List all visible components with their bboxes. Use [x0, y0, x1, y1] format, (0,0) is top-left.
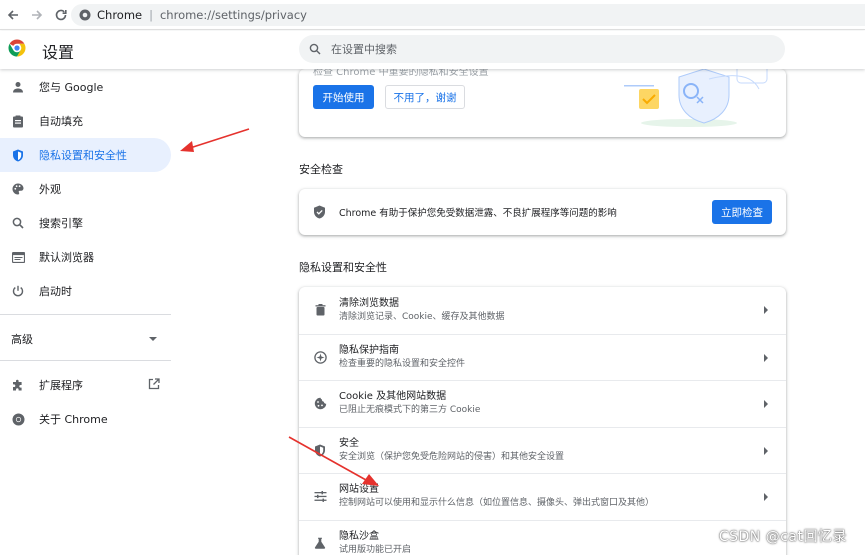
- search-icon: [309, 43, 321, 55]
- chrome-outline-icon: [11, 412, 25, 426]
- sidebar-item-label: 关于 Chrome: [39, 413, 108, 426]
- sidebar-item-advanced[interactable]: 高级: [0, 322, 171, 356]
- settings-search[interactable]: 在设置中搜索: [299, 35, 785, 63]
- sidebar-divider: [0, 360, 171, 361]
- compass-icon: [313, 350, 327, 364]
- row-cookies[interactable]: Cookie 及其他网站数据 已阻止无痕模式下的第三方 Cookie: [299, 380, 786, 427]
- browser-toolbar: Chrome | chrome://settings/privacy: [0, 0, 865, 30]
- palette-icon: [11, 182, 25, 196]
- sidebar-item-label: 您与 Google: [39, 81, 104, 94]
- safety-check-description: Chrome 有助于保护您免受数据泄露、不良扩展程序等问题的影响: [339, 208, 617, 219]
- sidebar-item-on-startup[interactable]: 启动时: [0, 274, 171, 308]
- row-title: 网站设置: [339, 484, 379, 496]
- puzzle-icon: [11, 378, 25, 392]
- sidebar-item-extensions[interactable]: 扩展程序: [0, 368, 171, 402]
- row-subtitle: 检查重要的隐私设置和安全控件: [339, 358, 466, 369]
- privacy-settings-list: 清除浏览数据 清除浏览记录、Cookie、缓存及其他数据 隐私保护指南 检查重要…: [299, 287, 786, 555]
- sidebar-item-label: 自动填充: [39, 115, 83, 128]
- privacy-guide-promo: 检查 Chrome 中重要的隐私和安全设置 开始使用 不用了，谢谢: [299, 69, 786, 137]
- address-separator: |: [149, 8, 153, 22]
- sidebar-item-label: 高级: [11, 333, 33, 346]
- row-subtitle: 控制网站可以使用和显示什么信息（如位置信息、摄像头、弹出式窗口及其他）: [339, 498, 655, 509]
- sidebar-item-label: 隐私设置和安全性: [39, 149, 127, 162]
- chrome-site-icon: [79, 9, 91, 21]
- person-icon: [11, 80, 25, 94]
- row-text: 清除浏览数据 清除浏览记录、Cookie、缓存及其他数据: [339, 297, 505, 324]
- settings-page: Chrome | chrome://settings/privacy 设置 在设…: [0, 0, 865, 555]
- address-bar[interactable]: Chrome | chrome://settings/privacy: [71, 4, 865, 26]
- reload-icon[interactable]: [50, 4, 72, 26]
- search-input[interactable]: 在设置中搜索: [331, 41, 397, 57]
- sidebar-item-default-browser[interactable]: 默认浏览器: [0, 240, 171, 274]
- chevron-right-icon: [764, 353, 768, 362]
- sidebar-item-label: 外观: [39, 183, 61, 196]
- sidebar-item-label: 搜索引擎: [39, 217, 83, 230]
- row-text: Cookie 及其他网站数据 已阻止无痕模式下的第三方 Cookie: [339, 390, 480, 417]
- chevron-right-icon: [764, 400, 768, 408]
- chrome-logo-icon: [8, 39, 26, 57]
- trash-icon: [313, 303, 327, 317]
- chevron-right-icon: [764, 306, 768, 314]
- sidebar-item-privacy-security[interactable]: 隐私设置和安全性: [0, 138, 171, 172]
- shield-icon: [11, 148, 25, 162]
- caret-down-icon: [149, 337, 157, 341]
- row-title: 清除浏览数据: [339, 297, 399, 309]
- promo-description: 检查 Chrome 中重要的隐私和安全设置: [313, 69, 489, 78]
- url-text: chrome://settings/privacy: [159, 8, 307, 22]
- site-label: Chrome: [97, 8, 143, 22]
- back-icon[interactable]: [2, 4, 24, 26]
- cookie-icon: [313, 397, 327, 411]
- annotation-arrow-site-settings: [288, 436, 379, 486]
- privacy-guide-illustration: [624, 69, 768, 127]
- search-icon: [11, 216, 25, 230]
- row-title: 隐私保护指南: [339, 344, 399, 356]
- clipboard-icon: [11, 114, 25, 128]
- privacy-security-heading: 隐私设置和安全性: [299, 261, 387, 274]
- check-now-button[interactable]: 立即检查: [712, 200, 772, 224]
- settings-header: 设置 在设置中搜索: [0, 31, 865, 69]
- safety-check-heading: 安全检查: [299, 163, 343, 176]
- row-privacy-guide[interactable]: 隐私保护指南 检查重要的隐私设置和安全控件: [299, 333, 786, 381]
- annotation-arrow-sidebar: [180, 128, 250, 152]
- verified-shield-icon: [313, 205, 327, 219]
- power-icon: [11, 284, 25, 298]
- sidebar-item-autofill[interactable]: 自动填充: [0, 104, 171, 138]
- sidebar-item-search-engine[interactable]: 搜索引擎: [0, 206, 171, 240]
- start-button[interactable]: 开始使用: [313, 85, 374, 109]
- open-in-new-icon[interactable]: [148, 377, 160, 393]
- sidebar-item-label: 默认浏览器: [39, 251, 94, 264]
- sidebar-item-you-and-google[interactable]: 您与 Google: [0, 70, 171, 104]
- sidebar-item-appearance[interactable]: 外观: [0, 172, 171, 206]
- row-text: 隐私保护指南 检查重要的隐私设置和安全控件: [339, 344, 465, 371]
- sidebar-item-about-chrome[interactable]: 关于 Chrome: [0, 402, 171, 436]
- sidebar-divider: [0, 314, 171, 315]
- forward-icon[interactable]: [26, 4, 48, 26]
- row-title: Cookie 及其他网站数据: [339, 391, 447, 403]
- row-subtitle: 已阻止无痕模式下的第三方 Cookie: [339, 405, 481, 416]
- row-text: 网站设置 控制网站可以使用和显示什么信息（如位置信息、摄像头、弹出式窗口及其他）: [339, 483, 654, 510]
- row-subtitle: 清除浏览记录、Cookie、缓存及其他数据: [339, 311, 505, 322]
- no-thanks-button[interactable]: 不用了，谢谢: [385, 85, 465, 109]
- row-subtitle: 试用版功能已开启: [339, 544, 412, 555]
- row-title: 隐私沙盒: [339, 530, 379, 542]
- sidebar: 您与 Google 自动填充 隐私设置和安全性 外观 搜索引擎 默认浏览器 启动…: [0, 70, 180, 436]
- row-text: 隐私沙盒 试用版功能已开启: [339, 530, 411, 555]
- safety-check-card: Chrome 有助于保护您免受数据泄露、不良扩展程序等问题的影响 立即检查: [299, 189, 786, 235]
- row-privacy-sandbox[interactable]: 隐私沙盒 试用版功能已开启: [299, 519, 786, 555]
- sidebar-item-label: 启动时: [39, 285, 72, 298]
- row-clear-browsing-data[interactable]: 清除浏览数据 清除浏览记录、Cookie、缓存及其他数据: [299, 287, 786, 334]
- browser-icon: [11, 250, 25, 264]
- chevron-right-icon: [764, 493, 768, 501]
- sliders-icon: [313, 490, 327, 504]
- page-title: 设置: [42, 43, 75, 62]
- chevron-right-icon: [764, 446, 768, 455]
- flask-icon: [313, 536, 327, 550]
- watermark: CSDN @cat回忆录: [718, 529, 847, 545]
- sidebar-item-label: 扩展程序: [39, 379, 83, 392]
